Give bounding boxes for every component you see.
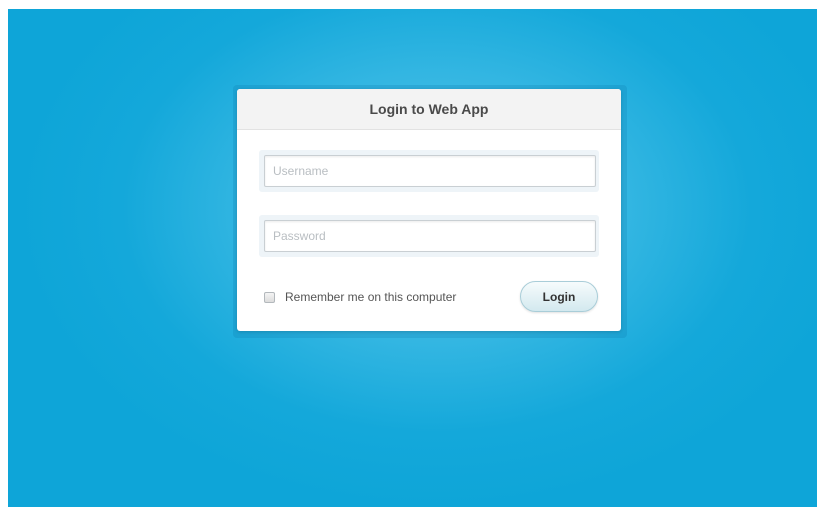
remember-me-label: Remember me on this computer [285, 290, 457, 304]
panel-title: Login to Web App [237, 89, 621, 130]
page-background: Login to Web App Remember me on this com… [8, 9, 817, 507]
password-field-wrapper [259, 215, 599, 257]
login-button[interactable]: Login [520, 281, 598, 312]
password-input[interactable] [264, 220, 596, 252]
login-panel: Login to Web App Remember me on this com… [237, 89, 621, 331]
remember-me-checkbox[interactable] [264, 291, 275, 303]
username-input[interactable] [264, 155, 596, 187]
remember-me-option[interactable]: Remember me on this computer [264, 289, 456, 305]
username-field-wrapper [259, 150, 599, 192]
